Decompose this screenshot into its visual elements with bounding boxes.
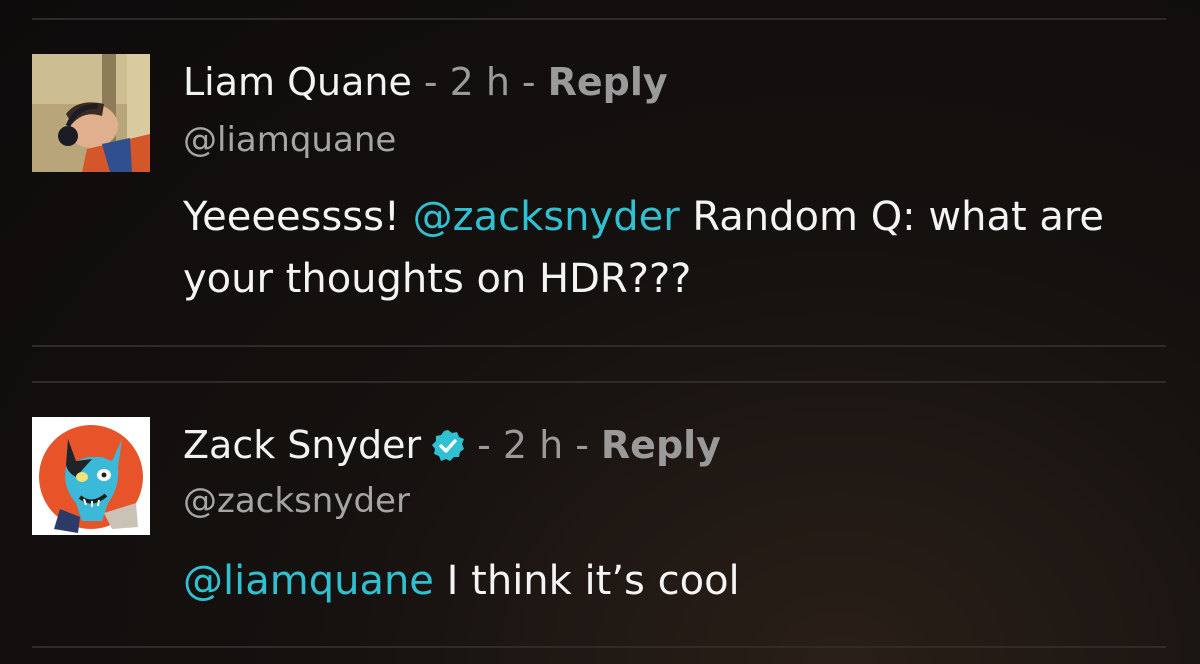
separator: - (477, 423, 491, 467)
avatar[interactable] (32, 54, 150, 172)
mention-link[interactable]: @zacksnyder (413, 194, 680, 240)
author-handle[interactable]: @liamquane (183, 120, 396, 160)
comment-header: Zack Snyder - 2 h - Reply (183, 423, 721, 467)
timestamp: 2 h (502, 423, 564, 467)
comment-text: @liamquane I think it’s cool (183, 550, 1173, 612)
mention-link[interactable]: @liamquane (183, 558, 434, 604)
divider (32, 18, 1166, 20)
comment-thread: Liam Quane - 2 h - Reply @liamquane Yeee… (0, 0, 1200, 664)
reply-button[interactable]: Reply (601, 423, 721, 467)
avatar[interactable] (32, 417, 150, 535)
illustrated-zombie-batman-avatar-icon (32, 417, 150, 535)
author-handle[interactable]: @zacksnyder (183, 481, 410, 521)
divider (32, 646, 1166, 648)
timestamp: 2 h (449, 60, 510, 104)
author-name[interactable]: Liam Quane (183, 60, 412, 104)
verified-badge-icon (431, 428, 465, 462)
comment-text-part: I think it’s cool (446, 558, 740, 604)
separator: - (423, 60, 438, 104)
comment-text-part: Yeeeessss! (183, 194, 400, 240)
separator: - (521, 60, 536, 104)
reply-button[interactable]: Reply (548, 60, 668, 104)
comment-header: Liam Quane - 2 h - Reply (183, 60, 668, 104)
author-name[interactable]: Zack Snyder (183, 423, 421, 467)
divider (32, 381, 1166, 383)
comment-text: Yeeeessss! @zacksnyder Random Q: what ar… (183, 186, 1173, 310)
photo-avatar-headphones-icon (32, 54, 150, 172)
separator: - (575, 423, 589, 467)
divider (32, 345, 1166, 347)
